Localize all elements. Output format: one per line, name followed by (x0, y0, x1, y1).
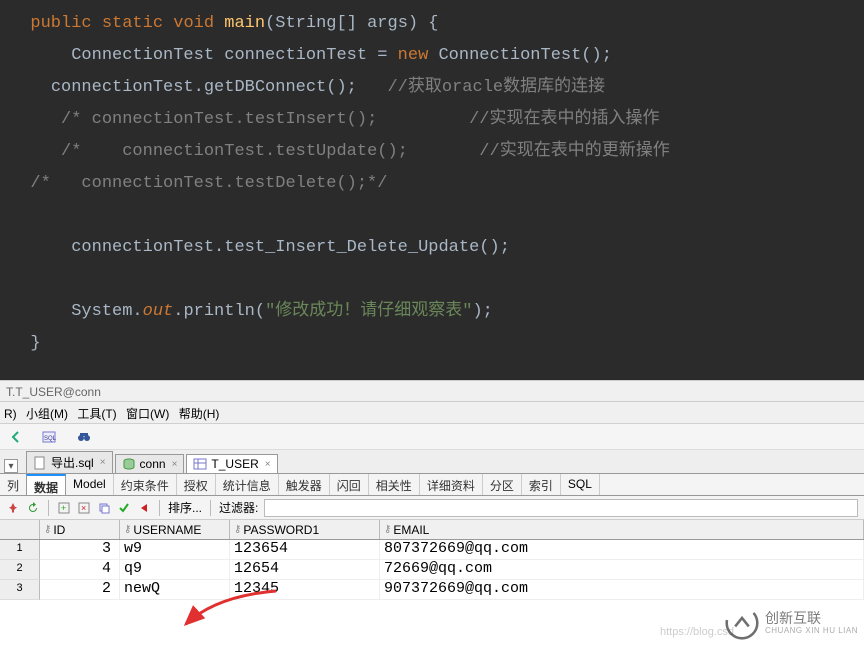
collapse-icon[interactable]: ▾ (4, 459, 18, 473)
copy-row-icon[interactable] (97, 501, 111, 515)
window-title: T.T_USER@conn (6, 385, 101, 399)
file-tabs: ▾ 导出.sql × conn × T_USER × (0, 450, 864, 474)
svg-text:SQL: SQL (44, 436, 57, 442)
close-icon[interactable]: × (172, 459, 178, 470)
back-icon[interactable] (8, 429, 24, 445)
col-username[interactable]: ⚷USERNAME (120, 520, 230, 539)
rollback-icon[interactable] (137, 501, 151, 515)
menu-tool[interactable]: 工具(T) (77, 407, 116, 421)
divider (210, 500, 211, 516)
tab-label: 导出.sql (51, 454, 94, 471)
filter-input[interactable] (264, 499, 858, 517)
sql-icon[interactable]: SQL (42, 429, 58, 445)
subtab-trigger[interactable]: 触发器 (279, 474, 330, 495)
col-id[interactable]: ⚷ID (40, 520, 120, 539)
subtab-grant[interactable]: 授权 (177, 474, 216, 495)
subtab-index[interactable]: 索引 (522, 474, 561, 495)
column-icon: ⚷ (384, 524, 391, 535)
refresh-icon[interactable] (26, 501, 40, 515)
col-password[interactable]: ⚷PASSWORD1 (230, 520, 380, 539)
grid-header: ⚷ID ⚷USERNAME ⚷PASSWORD1 ⚷EMAIL (0, 520, 864, 540)
data-grid[interactable]: ⚷ID ⚷USERNAME ⚷PASSWORD1 ⚷EMAIL 1 3 w9 1… (0, 520, 864, 600)
close-icon[interactable]: × (100, 457, 106, 468)
tab-export-sql[interactable]: 导出.sql × (26, 451, 113, 473)
main-toolbar: SQL (0, 424, 864, 450)
cell-email[interactable]: 907372669@qq.com (380, 580, 864, 600)
filter-label: 过滤器: (219, 499, 258, 516)
menu-bar[interactable]: R) 小组(M) 工具(T) 窗口(W) 帮助(H) (0, 402, 864, 424)
cell-password[interactable]: 123654 (230, 540, 380, 560)
subtab-partition[interactable]: 分区 (483, 474, 522, 495)
logo-icon (725, 606, 759, 640)
subtab-flashback[interactable]: 闪回 (330, 474, 369, 495)
row-number: 2 (0, 560, 40, 580)
row-number: 3 (0, 580, 40, 600)
menu-help[interactable]: 帮助(H) (179, 407, 220, 421)
cell-email[interactable]: 807372669@qq.com (380, 540, 864, 560)
window-title-bar: T.T_USER@conn (0, 380, 864, 402)
row-number: 1 (0, 540, 40, 560)
tab-tuser[interactable]: T_USER × (186, 454, 277, 473)
table-icon (193, 457, 207, 471)
menu-group[interactable]: 小组(M) (26, 407, 68, 421)
cell-username[interactable]: q9 (120, 560, 230, 580)
pin-icon[interactable] (6, 501, 20, 515)
table-row[interactable]: 2 4 q9 12654 72669@qq.com (0, 560, 864, 580)
logo-subtitle: CHUANG XIN HU LIAN (765, 626, 858, 635)
sort-button[interactable]: 排序... (168, 499, 202, 516)
menu-window[interactable]: 窗口(W) (126, 407, 169, 421)
subtab-model[interactable]: Model (66, 474, 114, 495)
subtab-related[interactable]: 相关性 (369, 474, 420, 495)
divider (48, 500, 49, 516)
tab-label: conn (140, 457, 166, 471)
data-toolbar: + × 排序... 过滤器: (0, 496, 864, 520)
commit-icon[interactable] (117, 501, 131, 515)
binoculars-icon[interactable] (76, 429, 92, 445)
cell-username[interactable]: w9 (120, 540, 230, 560)
subtab-data[interactable]: 数据 (26, 474, 66, 495)
brand-logo: 创新互联 CHUANG XIN HU LIAN (725, 606, 858, 640)
db-icon (122, 457, 136, 471)
column-icon: ⚷ (124, 524, 131, 535)
subtab-constraint[interactable]: 约束条件 (114, 474, 177, 495)
svg-text:×: × (81, 503, 86, 513)
insert-row-icon[interactable]: + (57, 501, 71, 515)
col-email[interactable]: ⚷EMAIL (380, 520, 864, 539)
tab-conn[interactable]: conn × (115, 454, 185, 473)
cell-password[interactable]: 12654 (230, 560, 380, 580)
cell-email[interactable]: 72669@qq.com (380, 560, 864, 580)
code-editor[interactable]: public static void main(String[] args) {… (0, 0, 864, 380)
cell-username[interactable]: newQ (120, 580, 230, 600)
svg-text:+: + (61, 503, 66, 513)
logo-name: 创新互联 (765, 611, 858, 626)
subtab-sql[interactable]: SQL (561, 474, 600, 495)
file-icon (33, 456, 47, 470)
column-icon: ⚷ (234, 524, 241, 535)
tab-label: T_USER (211, 457, 258, 471)
object-subtabs: 列 数据 Model 约束条件 授权 统计信息 触发器 闪回 相关性 详细资料 … (0, 474, 864, 496)
delete-row-icon[interactable]: × (77, 501, 91, 515)
cell-id[interactable]: 3 (40, 540, 120, 560)
subtab-stat[interactable]: 统计信息 (216, 474, 279, 495)
subtab-detail[interactable]: 详细资料 (420, 474, 483, 495)
row-header-corner (0, 520, 40, 539)
menu-run[interactable]: R) (4, 407, 17, 421)
cell-id[interactable]: 2 (40, 580, 120, 600)
watermark-url: https://blog.csd (660, 626, 734, 638)
table-row[interactable]: 1 3 w9 123654 807372669@qq.com (0, 540, 864, 560)
close-icon[interactable]: × (265, 459, 271, 470)
cell-password[interactable]: 12345 (230, 580, 380, 600)
divider (159, 500, 160, 516)
table-row[interactable]: 3 2 newQ 12345 907372669@qq.com (0, 580, 864, 600)
cell-id[interactable]: 4 (40, 560, 120, 580)
key-icon: ⚷ (44, 524, 51, 535)
subtab-columns[interactable]: 列 (0, 474, 27, 495)
